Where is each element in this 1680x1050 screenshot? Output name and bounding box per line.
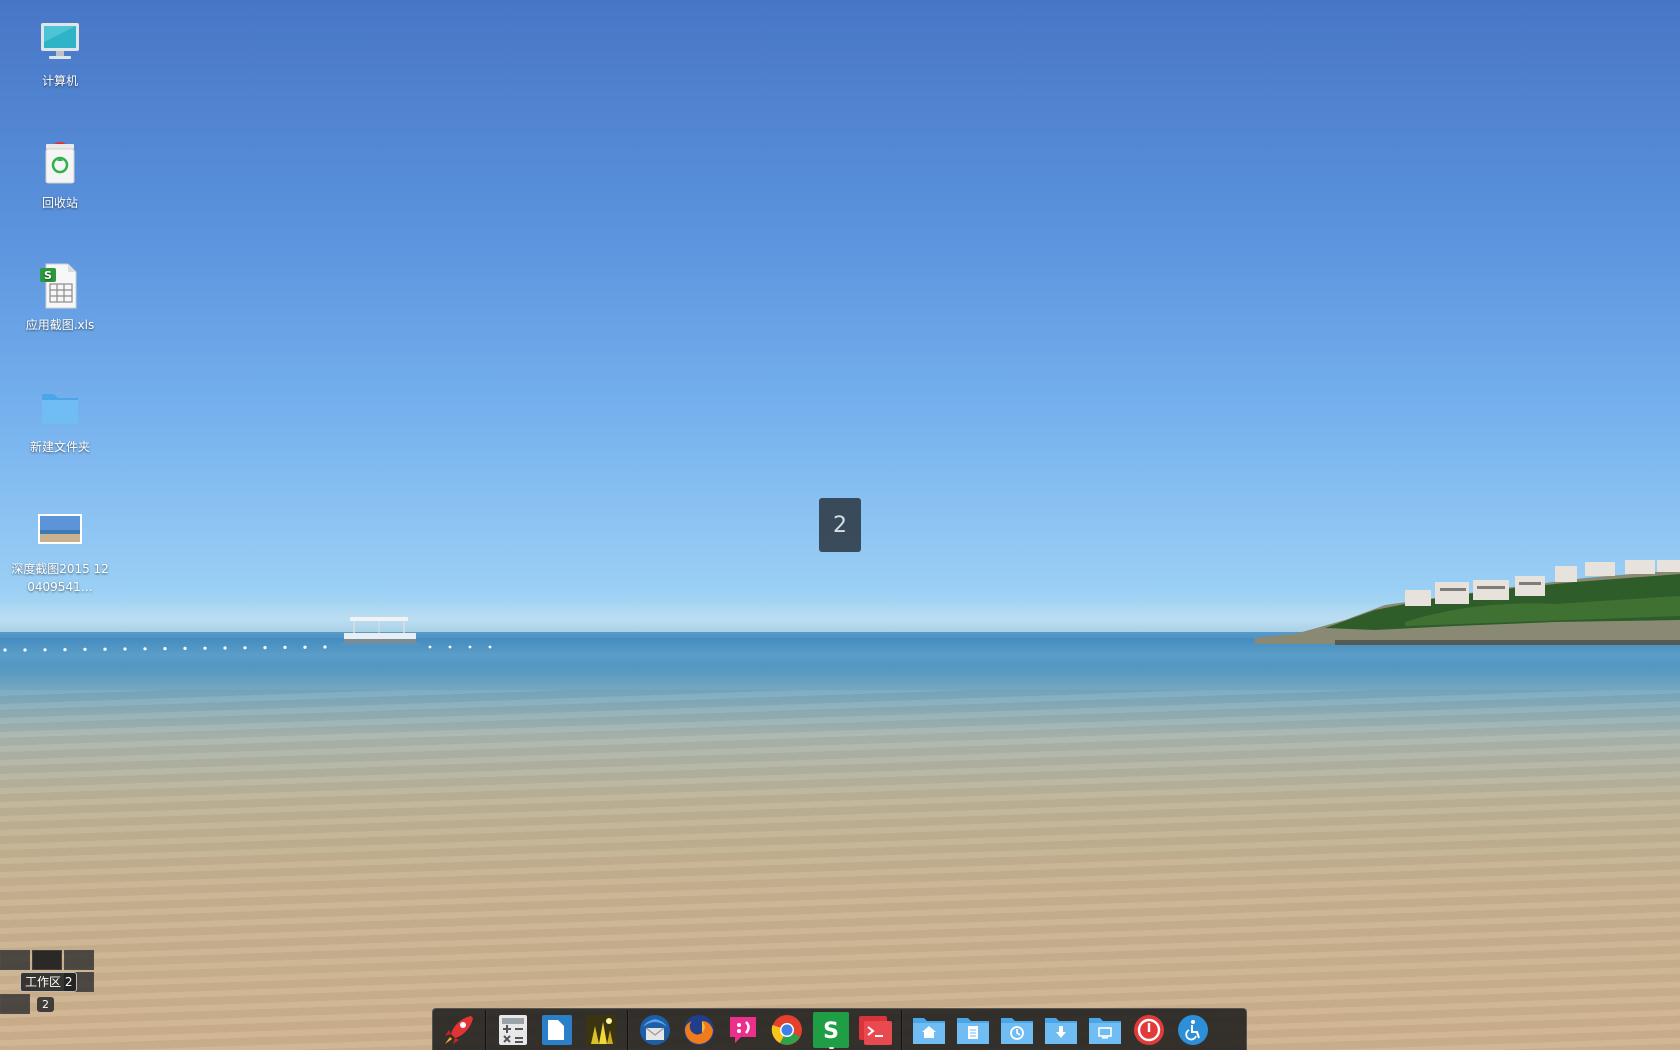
dock-terminal[interactable] [855,1010,895,1050]
dock-firefox[interactable] [679,1010,719,1050]
dock-separator [901,1009,903,1050]
desktop-wallpaper[interactable]: 计算机 回收站 S 应用截图.xls 新建文件夹 深度截图2015 120409… [0,0,1680,1050]
dock-spreadsheet-app[interactable]: S [811,1010,851,1050]
accessibility-icon [1178,1014,1208,1045]
dock-mail-app[interactable] [635,1010,675,1050]
dock-recent-folder[interactable] [997,1010,1037,1050]
trash-icon [36,140,84,188]
rocket-icon [445,1015,473,1044]
dock-document-app[interactable] [537,1010,577,1050]
desktop-icon-folder[interactable]: 新建文件夹 [10,384,110,456]
desktop-icon-trash[interactable]: 回收站 [10,140,110,212]
image-file-icon [36,506,84,554]
desktop-icon-label: 应用截图.xls [25,318,95,332]
workspace-badge: 2 [37,997,54,1012]
svg-text:S: S [823,1019,839,1044]
shore-ripples [0,690,1680,1050]
dock-launcher[interactable] [439,1010,479,1050]
desktop-icon-computer[interactable]: 计算机 [10,18,110,90]
dock-photo-app[interactable] [581,1010,621,1050]
folder-icon [36,384,84,432]
desktop-icon-spreadsheet-file[interactable]: S 应用截图.xls [10,262,110,334]
mail-app-icon [640,1014,670,1045]
chat-app-icon [730,1016,756,1043]
calculator-icon [499,1014,527,1045]
spreadsheet-app-icon: S [813,1011,849,1048]
desktop-folder-icon [1089,1017,1121,1044]
desktop-icon-label: 回收站 [41,196,78,210]
desktop-icon-label: 新建文件夹 [29,440,90,454]
dock-desktop-folder[interactable] [1085,1010,1125,1050]
computer-icon [36,18,84,66]
spreadsheet-file-icon: S [36,262,84,310]
documents-folder-icon [957,1017,989,1044]
active-indicator [829,1046,834,1049]
island-headland [1255,560,1680,645]
dock-calculator[interactable] [493,1010,533,1050]
desktop-icon-label: 深度截图2015 120409541… [11,562,109,594]
workspace-thumb[interactable] [64,950,94,970]
workspace-thumb[interactable] [0,950,30,970]
dock-chat-app[interactable] [723,1010,763,1050]
dock-downloads-folder[interactable] [1041,1010,1081,1050]
svg-text:S: S [44,269,52,282]
recent-folder-icon [1001,1017,1033,1044]
power-icon [1134,1014,1164,1045]
document-app-icon [542,1014,572,1045]
workspace-indicator: 2 [819,498,861,552]
chrome-icon [771,1014,802,1045]
workspace-tooltip: 工作区 2 [20,972,78,992]
downloads-folder-icon [1045,1017,1077,1044]
desktop-icon-image-file[interactable]: 深度截图2015 120409541… [10,506,110,596]
buoy-line [3,645,492,652]
photo-app-icon [586,1014,616,1045]
home-folder-icon [913,1017,945,1044]
firefox-icon [684,1014,714,1045]
dock-accessibility[interactable] [1173,1010,1213,1050]
dock-separator [627,1009,629,1050]
dock-power[interactable] [1129,1010,1169,1050]
boat [340,617,420,646]
workspace-thumb[interactable] [32,950,62,970]
dock-documents-folder[interactable] [953,1010,993,1050]
dock: S [432,1008,1247,1050]
terminal-icon [859,1015,892,1045]
dock-separator [485,1009,487,1050]
desktop-icon-label: 计算机 [41,74,78,88]
dock-home-folder[interactable] [909,1010,949,1050]
workspace-thumb[interactable] [0,994,30,1014]
dock-chrome[interactable] [767,1010,807,1050]
